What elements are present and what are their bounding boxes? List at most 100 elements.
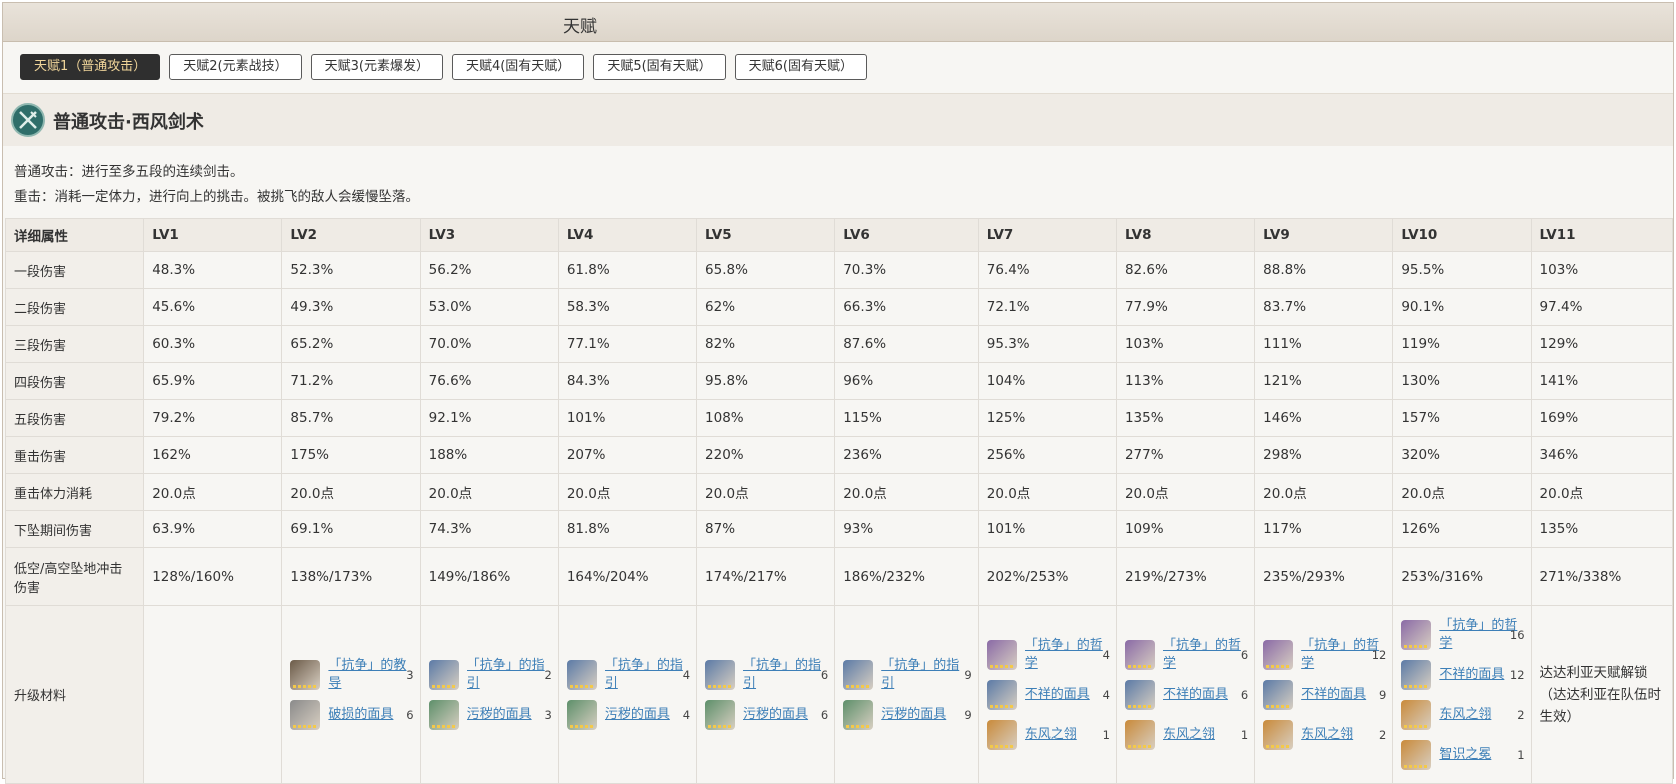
crown-icon[interactable] [1401,739,1432,770]
book-purple-icon[interactable] [1263,639,1294,670]
table-cell: 162% [143,436,283,474]
table-cell: 70.0% [419,325,559,363]
book-blue-icon[interactable] [428,659,459,690]
material-item: 污秽的面具 4 [566,695,690,735]
material-link[interactable]: 东风之翎 [1163,726,1246,744]
material-link[interactable]: 「抗争」的指引 [467,657,550,693]
table-cell: 20.0点 [1530,473,1674,511]
material-item: 「抗争」的哲学 6 [1124,635,1248,675]
feather-icon[interactable] [986,719,1017,750]
tab-talent-4[interactable]: 天赋4(固有天赋） [451,54,585,80]
book-purple-icon[interactable] [1401,619,1432,650]
mask-green-icon[interactable] [428,699,459,730]
feather-icon[interactable] [1124,719,1155,750]
table-cell: 87.6% [834,325,979,363]
material-count: 9 [1379,687,1387,702]
table-cell: 85.7% [281,399,421,437]
book-blue-icon[interactable] [843,659,874,690]
mask-green-icon[interactable] [705,699,736,730]
table-cell: 157% [1392,399,1532,437]
material-link[interactable]: 不祥的面具 [1163,686,1246,704]
table-cell: 236% [834,436,979,474]
material-item: 「抗争」的指引 9 [843,655,972,695]
material-link[interactable]: 智识之冕 [1439,746,1522,764]
book-blue-icon[interactable] [705,659,736,690]
mask-blue-icon[interactable] [1124,679,1155,710]
material-link[interactable]: 污秽的面具 [743,706,826,724]
material-count: 9 [964,667,972,682]
table-cell: 20.0点 [419,473,559,511]
material-link[interactable]: 「抗争」的指引 [881,657,969,693]
table-cell: 103% [1530,251,1674,289]
table-cell: 119% [1392,325,1532,363]
material-count: 2 [544,667,552,682]
material-count: 4 [1102,647,1110,662]
materials-cell: 「抗争」的指引 4 污秽的面具 4 [557,605,698,784]
table-cell: 20.0点 [1254,473,1394,511]
table-cell: 253%/316% [1392,547,1532,606]
material-link[interactable]: 「抗争」的哲学 [1163,637,1246,673]
material-link[interactable]: 不祥的面具 [1025,686,1108,704]
material-item: 东风之翎 1 [1124,715,1249,755]
table-cell: 129% [1530,325,1674,363]
panel-title-bar: 天赋 [3,3,1673,42]
material-link[interactable]: 不祥的面具 [1301,686,1384,704]
table-cell: 53.0% [419,288,559,326]
material-item: 不祥的面具 4 [986,675,1110,715]
tab-talent-6[interactable]: 天赋6(固有天赋） [734,54,867,80]
mask-green-icon[interactable] [566,699,597,730]
material-link[interactable]: 污秽的面具 [467,706,550,724]
feather-icon[interactable] [1401,699,1432,730]
header-lv8: LV8 [1115,218,1256,252]
material-link[interactable]: 「抗争」的教导 [328,657,411,693]
mask-green-icon[interactable] [843,699,874,730]
material-count: 6 [820,667,829,682]
mask-blue-icon[interactable] [986,679,1017,710]
material-link[interactable]: 东风之翎 [1301,726,1384,744]
table-cell: 20.0点 [1392,473,1532,511]
material-link[interactable]: 「抗争」的指引 [605,657,688,693]
book-purple-icon[interactable] [986,639,1017,670]
skill-name: 普通攻击·西风剑术 [53,112,204,133]
material-count: 3 [544,707,552,722]
book-blue-icon[interactable] [566,659,597,690]
table-cell: 77.9% [1115,288,1256,326]
material-count: 6 [1240,687,1249,702]
table-cell: 76.6% [419,362,559,400]
row-label: 二段伤害 [4,288,145,326]
table-cell: 96% [834,362,979,400]
material-link[interactable]: 东风之翎 [1025,726,1108,744]
table-cell: 101% [557,399,698,437]
materials-cell [143,605,283,784]
desc-charged-attack: 重击：消耗一定体力，进行向上的挑击。被挑飞的敌人会缓慢坠落。 [14,189,419,205]
mask-blue-icon[interactable] [1263,679,1294,710]
row-label: 升级材料 [4,605,145,784]
material-link[interactable]: 污秽的面具 [605,706,688,724]
table-cell: 84.3% [557,362,698,400]
feather-icon[interactable] [1263,719,1294,750]
mask-blue-icon[interactable] [1401,659,1432,690]
tab-talent-2[interactable]: 天赋2(元素战技） [169,54,302,80]
table-cell: 149%/186% [419,547,559,606]
materials-cell: 「抗争」的哲学 12 不祥的面具 9 东风之翎 2 [1254,605,1394,784]
mask-gray-icon[interactable] [290,699,321,730]
material-count: 6 [820,707,829,722]
table-cell: 97.4% [1530,288,1674,326]
materials-cell: 「抗争」的教导 3 破损的面具 6 [281,605,421,784]
tab-talent-5[interactable]: 天赋5(固有天赋） [593,54,726,80]
material-item: 东风之翎 1 [986,715,1110,755]
material-link[interactable]: 破损的面具 [328,706,411,724]
row-label: 重击体力消耗 [4,473,145,511]
tab-talent-3[interactable]: 天赋3(元素爆发） [310,54,443,80]
table-cell: 71.2% [281,362,421,400]
book-bronze-icon[interactable] [290,659,321,690]
material-link[interactable]: 污秽的面具 [881,706,969,724]
tab-talent-1[interactable]: 天赋1（普通攻击） [20,54,161,80]
book-purple-icon[interactable] [1124,639,1155,670]
material-link[interactable]: 东风之翎 [1439,706,1522,724]
material-count: 1 [1240,727,1249,742]
material-link[interactable]: 「抗争」的指引 [743,657,826,693]
table-cell: 109% [1115,510,1256,548]
material-link[interactable]: 「抗争」的哲学 [1025,637,1108,673]
row-label: 一段伤害 [4,251,145,289]
